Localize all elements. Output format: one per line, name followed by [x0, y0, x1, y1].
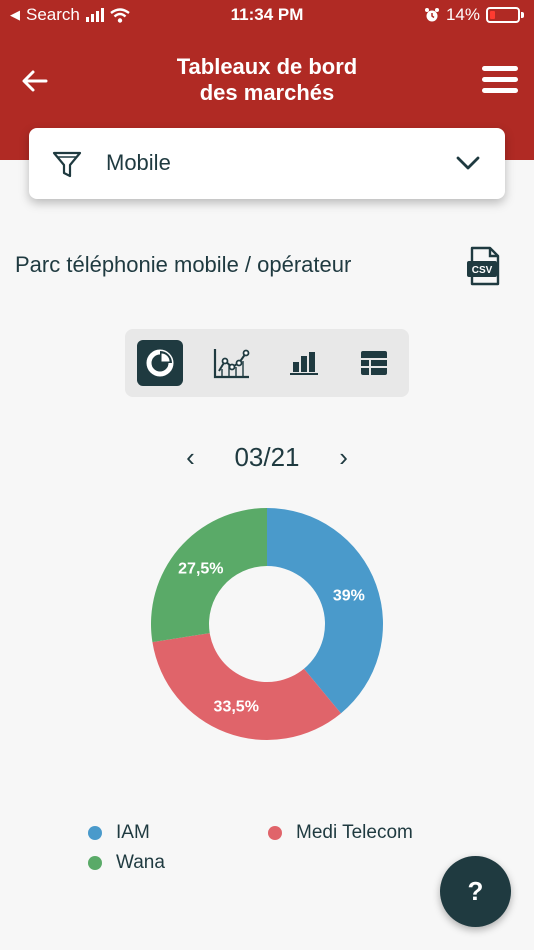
battery-tip — [521, 12, 524, 18]
page-title-line1: Tableaux de bord — [176, 54, 358, 79]
tab-table[interactable] — [351, 340, 397, 386]
legend-swatch-iam — [88, 826, 102, 840]
legend-label-wana: Wana — [116, 852, 165, 873]
donut-slice-medi-telecom[interactable] — [152, 633, 341, 740]
bar-chart-icon — [290, 352, 318, 375]
tab-pie-chart[interactable] — [137, 340, 183, 386]
legend-label-iam: IAM — [116, 822, 150, 843]
status-bar: ◀ Search 11:34 PM 14% — [0, 0, 534, 30]
pie-chart-icon — [146, 349, 174, 377]
page-title-line2: des marchés — [199, 80, 335, 105]
legend-item-medi-telecom[interactable]: Medi Telecom — [268, 822, 413, 844]
legend-swatch-medi-telecom — [268, 826, 282, 840]
chevron-down-icon — [456, 156, 480, 170]
tab-line-chart[interactable] — [209, 340, 255, 386]
battery-icon — [486, 7, 520, 23]
filter-icon — [52, 151, 82, 178]
period-label: 03/21 — [234, 442, 300, 472]
hamburger-menu-icon[interactable] — [482, 66, 518, 96]
filter-selected-value: Mobile — [106, 150, 171, 175]
section-title: Parc téléphonie mobile / opérateur — [15, 252, 352, 277]
chart-view-switcher — [125, 329, 409, 397]
legend-label-medi-telecom: Medi Telecom — [296, 822, 413, 843]
status-right: 14% — [424, 5, 524, 25]
donut-label-wana: 27,5% — [178, 560, 223, 577]
donut-label-iam: 39% — [333, 588, 365, 605]
tab-bar-chart[interactable] — [281, 340, 327, 386]
period-pager: ‹ 03/21 › — [0, 442, 534, 473]
page-title: Tableaux de bord des marchés — [150, 54, 384, 106]
previous-period-button[interactable]: ‹ — [180, 442, 200, 473]
csv-icon-label: CSV — [472, 265, 493, 276]
alarm-icon — [424, 8, 439, 22]
legend-swatch-wana — [88, 856, 102, 870]
next-period-button[interactable]: › — [334, 442, 354, 473]
table-icon — [361, 351, 387, 375]
battery-percent: 14% — [445, 5, 480, 24]
back-arrow-icon[interactable] — [18, 64, 52, 98]
chart-legend: IAM Medi Telecom Wana — [88, 820, 468, 890]
line-chart-icon — [213, 349, 250, 379]
legend-item-wana[interactable]: Wana — [88, 852, 165, 874]
donut-label-medi-telecom: 33,5% — [214, 698, 259, 715]
market-share-donut-chart: 39% 33,5% 27,5% — [151, 508, 383, 740]
csv-download-icon[interactable]: CSV — [466, 246, 502, 286]
legend-item-iam[interactable]: IAM — [88, 822, 150, 844]
help-button[interactable]: ? — [440, 856, 511, 927]
market-filter-dropdown[interactable]: Mobile — [29, 128, 505, 199]
